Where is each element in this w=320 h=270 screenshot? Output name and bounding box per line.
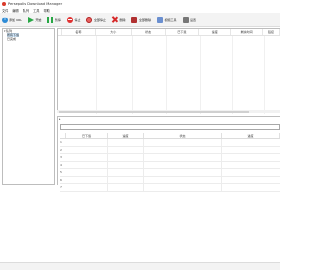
tree-item-completed[interactable]: 已完成	[3, 37, 54, 41]
delete-all-button[interactable]: 全部删除	[130, 14, 153, 26]
download-table-body	[58, 36, 280, 114]
column-divider	[232, 36, 233, 114]
video-tools-icon	[157, 16, 163, 23]
start-label: 开始	[35, 17, 42, 22]
stop-button[interactable]: 停止	[65, 14, 82, 26]
video-tools-button[interactable]: 视频工具	[156, 14, 179, 26]
queue-tree: ▾ 队列 所有下载 已完成	[2, 28, 55, 185]
add-icon	[1, 15, 8, 23]
settings-button[interactable]: 设置	[181, 14, 198, 26]
link-info-field[interactable]	[60, 124, 280, 130]
column-divider	[264, 36, 265, 114]
window-title: Persepolis Download Manager	[8, 2, 63, 6]
pause-label: 暂停	[54, 17, 61, 22]
download-table[interactable]: 名称 大小 状态 已下载 速度 剩余时间 链接	[57, 28, 280, 114]
start-button[interactable]: 开始	[26, 14, 43, 26]
title-bar: Persepolis Download Manager	[0, 0, 280, 8]
settings-label: 设置	[190, 17, 197, 22]
pause-icon	[47, 16, 54, 23]
download-table-header: 名称 大小 状态 已下载 速度 剩余时间 链接	[58, 29, 280, 36]
column-divider	[166, 36, 167, 114]
status-bar	[0, 262, 280, 270]
table-row[interactable]: 1	[60, 139, 280, 147]
add-url-label: 添加 URL	[9, 17, 22, 22]
horizontal-scrollbar[interactable]	[57, 110, 280, 113]
table-row[interactable]: 5	[60, 169, 280, 177]
table-row[interactable]: 3	[60, 154, 280, 162]
column-header-size[interactable]: 大小	[96, 29, 132, 35]
column-header-seg-downloaded[interactable]: 已下载	[66, 133, 108, 138]
app-logo-icon	[2, 2, 6, 6]
video-tools-label: 视频工具	[164, 17, 177, 22]
column-header-downloaded[interactable]: 已下载	[166, 29, 200, 35]
delete-x-icon	[112, 17, 118, 23]
column-divider	[200, 36, 201, 114]
column-header-seg-speed[interactable]: 速度	[108, 133, 144, 138]
table-row[interactable]: 7	[60, 184, 280, 192]
column-header-time-left[interactable]: 剩余时间	[231, 29, 264, 35]
delete-all-label: 全部删除	[138, 17, 151, 22]
column-header-link[interactable]: 链接	[263, 29, 280, 35]
tree-item-label: 已完成	[7, 37, 17, 41]
column-header-name[interactable]: 名称	[62, 29, 96, 35]
segments-table: 已下载 速度 状态 进度 1 2 3 4 5 6 7	[60, 133, 280, 192]
delete-label: 删除	[119, 17, 126, 22]
column-header-status[interactable]: 状态	[132, 29, 166, 35]
column-divider	[96, 36, 97, 114]
scrollbar-thumb[interactable]	[59, 110, 249, 113]
column-header-seg-status[interactable]: 状态	[144, 133, 222, 138]
add-url-button[interactable]: 添加 URL	[0, 14, 23, 26]
gear-icon	[182, 16, 189, 23]
stop-label: 停止	[74, 17, 81, 22]
column-header-speed[interactable]: 速度	[199, 29, 232, 35]
delete-all-icon	[131, 16, 138, 23]
stop-all-label: 全部停止	[93, 17, 106, 22]
delete-button[interactable]: 删除	[110, 14, 127, 26]
stop-icon	[66, 16, 73, 23]
details-toggle-icon[interactable]: ▸	[59, 117, 61, 121]
toolbar: 添加 URL 开始 暂停 停止 全部停止 删除 全部删除 视频工具 设置	[0, 13, 280, 27]
stop-all-button[interactable]: 全部停止	[85, 14, 108, 26]
table-row[interactable]: 2	[60, 146, 280, 154]
pause-button[interactable]: 暂停	[46, 14, 63, 26]
column-header-seg-progress[interactable]: 进度	[222, 133, 280, 138]
column-divider	[132, 36, 133, 114]
table-row[interactable]: 4	[60, 161, 280, 169]
stop-all-icon	[86, 16, 93, 23]
play-icon	[27, 16, 34, 23]
table-row[interactable]: 6	[60, 176, 280, 184]
